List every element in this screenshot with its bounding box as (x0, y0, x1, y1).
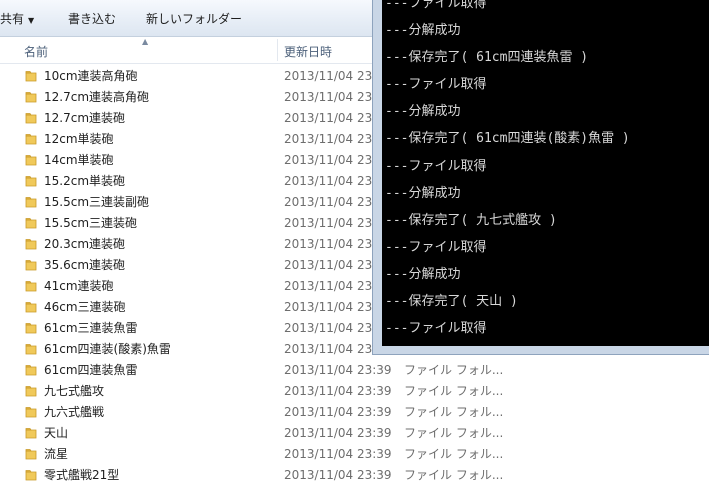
folder-icon (25, 218, 37, 229)
folder-icon (25, 428, 37, 439)
console-line: ---分解成功 (385, 104, 461, 120)
column-divider[interactable] (277, 39, 278, 61)
list-item[interactable]: 流星 2013/11/04 23:39 ファイル フォル... (0, 444, 709, 465)
folder-icon (25, 197, 37, 208)
folder-icon (25, 134, 37, 145)
file-date: 2013/11/04 23:39 (284, 426, 392, 440)
console-line: ---分解成功 (385, 23, 461, 39)
file-name: 九七式艦攻 (44, 384, 105, 398)
folder-icon (25, 260, 37, 271)
folder-icon (25, 449, 37, 460)
folder-icon (25, 407, 37, 418)
list-item[interactable]: 61cm四連装魚雷 2013/11/04 23:39 ファイル フォル... (0, 360, 709, 381)
folder-icon (25, 92, 37, 103)
file-date: 2013/11/04 23:39 (284, 363, 392, 377)
burn-button[interactable]: 書き込む (68, 9, 116, 29)
file-name: 35.6cm連装砲 (44, 258, 126, 272)
file-type: ファイル フォル... (404, 426, 504, 440)
list-item[interactable]: 九六式艦戦 2013/11/04 23:39 ファイル フォル... (0, 402, 709, 423)
chevron-down-icon: ▼ (28, 16, 35, 25)
share-button[interactable]: 共有 ▼ (0, 9, 34, 29)
file-name: 15.2cm単装砲 (44, 174, 126, 188)
file-date: 2013/11/04 23:39 (284, 447, 392, 461)
folder-icon (25, 113, 37, 124)
file-name: 15.5cm三連装副砲 (44, 195, 150, 209)
file-name: 12.7cm連装高角砲 (44, 90, 150, 104)
console-line: ---ファイル取得 (385, 0, 487, 11)
console-output: ---ファイル取得 ---分解成功 ---保存完了( 61cm四連装魚雷 ) ---フ… (382, 0, 709, 346)
console-line: ---分解成功 (385, 266, 461, 282)
file-name: 41cm連装砲 (44, 279, 114, 293)
file-date: 2013/11/04 23:39 (284, 468, 392, 482)
list-item[interactable]: 九七式艦攻 2013/11/04 23:39 ファイル フォル... (0, 381, 709, 402)
folder-icon (25, 344, 37, 355)
file-name: 10cm連装高角砲 (44, 69, 138, 83)
console-line: ---ファイル取得 (385, 77, 487, 93)
console-line: ---ファイル取得 (385, 158, 487, 174)
column-date-header[interactable]: 更新日時 (284, 43, 332, 60)
console-line: ---分解成功 (385, 185, 461, 201)
console-line: ---保存完了( 61cm四連装(酸素)魚雷 ) (385, 131, 630, 147)
console-line: ---保存完了( 天山 ) (385, 294, 518, 310)
folder-icon (25, 281, 37, 292)
file-name: 天山 (44, 426, 69, 440)
file-name: 61cm四連装魚雷 (44, 363, 138, 377)
console-line: ---ファイル取得 (385, 321, 487, 337)
sort-ascending-icon: ▲ (142, 37, 149, 46)
file-date: 2013/11/04 23:39 (284, 405, 392, 419)
file-name: 12.7cm連装砲 (44, 111, 126, 125)
folder-icon (25, 71, 37, 82)
folder-icon (25, 323, 37, 334)
file-name: 零式艦戦21型 (44, 468, 120, 482)
folder-icon (25, 155, 37, 166)
file-type: ファイル フォル... (404, 468, 504, 482)
console-window[interactable]: ---ファイル取得 ---分解成功 ---保存完了( 61cm四連装魚雷 ) ---フ… (372, 0, 709, 355)
column-name-header[interactable]: 名前 (24, 43, 48, 60)
share-button-label: 共有 (0, 12, 25, 26)
file-name: 61cm三連装魚雷 (44, 321, 138, 335)
file-name: 14cm単装砲 (44, 153, 114, 167)
file-name: 流星 (44, 447, 69, 461)
new-folder-button[interactable]: 新しいフォルダー (146, 9, 242, 29)
folder-icon (25, 239, 37, 250)
console-line: ---保存完了( 九七式艦攻 ) (385, 212, 557, 228)
file-name: 61cm四連装(酸素)魚雷 (44, 342, 171, 356)
file-name: 12cm単装砲 (44, 132, 114, 146)
file-name: 15.5cm三連装砲 (44, 216, 138, 230)
console-line: ---ファイル取得 (385, 239, 487, 255)
file-type: ファイル フォル... (404, 447, 504, 461)
list-item[interactable]: 零式艦戦21型 2013/11/04 23:39 ファイル フォル... (0, 465, 709, 486)
file-name: 九六式艦戦 (44, 405, 105, 419)
folder-icon (25, 386, 37, 397)
folder-icon (25, 176, 37, 187)
console-line: ---分解成功 (385, 342, 630, 346)
file-type: ファイル フォル... (404, 363, 504, 377)
file-date: 2013/11/04 23:39 (284, 384, 392, 398)
file-type: ファイル フォル... (404, 384, 504, 398)
file-name: 20.3cm連装砲 (44, 237, 126, 251)
console-line: ---保存完了( 61cm四連装魚雷 ) (385, 50, 589, 66)
file-name: 46cm三連装砲 (44, 300, 126, 314)
folder-icon (25, 365, 37, 376)
console-lines: ---ファイル取得 ---分解成功 ---保存完了( 61cm四連装魚雷 ) ---フ… (385, 0, 630, 346)
folder-icon (25, 302, 37, 313)
folder-icon (25, 470, 37, 481)
file-type: ファイル フォル... (404, 405, 504, 419)
list-item[interactable]: 天山 2013/11/04 23:39 ファイル フォル... (0, 423, 709, 444)
